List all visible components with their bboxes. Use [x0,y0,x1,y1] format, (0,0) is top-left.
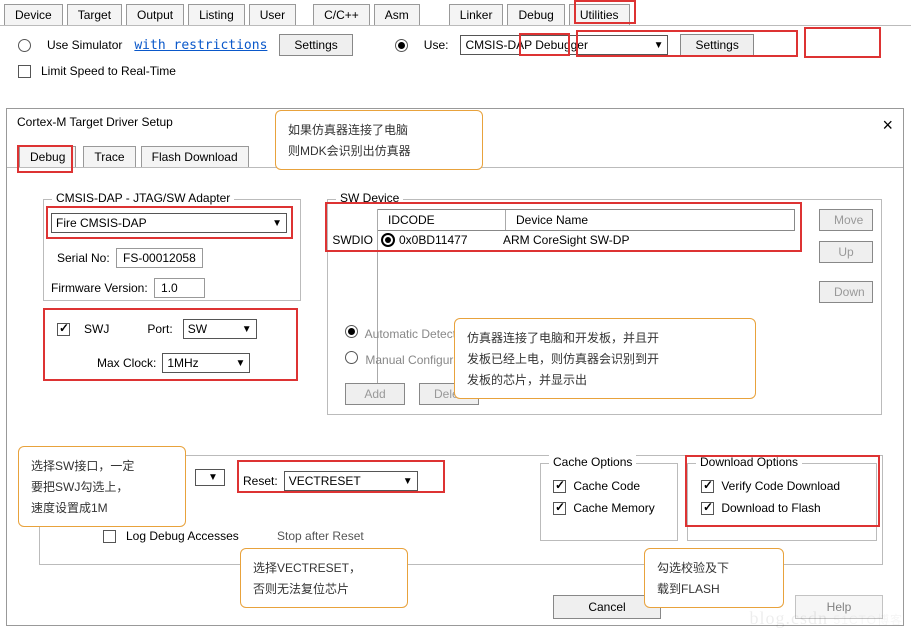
highlight-tab-debug [574,0,636,24]
highlight-use-radio [519,33,570,56]
limit-speed-label: Limit Speed to Real-Time [41,64,176,78]
fw-label: Firmware Version: [51,281,148,295]
highlight-dlg-debug [17,145,73,173]
adapter-group-title: CMSIS-DAP - JTAG/SW Adapter [52,191,234,205]
cache-memory-label: Cache Memory [573,501,654,515]
tab-debug[interactable]: Debug [507,4,564,25]
callout-emulator-detect: 如果仿真器连接了电脑 则MDK会识别出仿真器 [275,110,483,170]
fw-value: 1.0 [154,278,205,298]
highlight-debugger-select [576,30,798,57]
limit-speed-checkbox[interactable] [18,65,31,78]
highlight-download-options [685,455,880,527]
use-simulator-label: Use Simulator [47,38,122,52]
tab-device[interactable]: Device [4,4,63,25]
move-button[interactable]: Move [819,209,873,231]
log-debug-checkbox[interactable] [103,530,116,543]
cache-code-checkbox[interactable] [553,480,566,493]
dialog-title: Cortex-M Target Driver Setup [17,115,173,136]
callout-download-flash: 勾选校验及下 载到FLASH [644,548,784,608]
callout-vectreset: 选择VECTRESET， 否则无法复位芯片 [240,548,408,608]
radio-use-simulator[interactable] [18,39,31,52]
cache-code-label: Cache Code [573,479,640,493]
serial-value: FS-00012058 [116,248,203,268]
tab-user[interactable]: User [249,4,296,25]
tab-listing[interactable]: Listing [188,4,245,25]
tab-target[interactable]: Target [67,4,122,25]
dlg-tab-flash-download[interactable]: Flash Download [141,146,249,167]
main-tabstrip: Device Target Output Listing User C/C++ … [0,0,911,26]
dlg-tab-trace[interactable]: Trace [83,146,135,167]
use-label: Use: [424,38,449,52]
radio-manual-config[interactable] [345,351,358,364]
tab-linker[interactable]: Linker [449,4,504,25]
callout-sw-port: 选择SW接口，一定 要把SWJ勾选上， 速度设置成1M [18,446,186,527]
down-button[interactable]: Down [819,281,873,303]
chevron-down-icon: ▼ [208,472,218,483]
cache-memory-checkbox[interactable] [553,502,566,515]
serial-label: Serial No: [57,251,110,265]
tab-ccpp[interactable]: C/C++ [313,4,370,25]
stop-after-reset-label: Stop after Reset [277,529,364,543]
highlight-adapter-select [46,206,293,239]
tab-output[interactable]: Output [126,4,184,25]
log-debug-label: Log Debug Accesses [126,529,239,543]
cache-group-title: Cache Options [549,455,636,469]
highlight-reset [237,460,445,493]
highlight-swj-port [43,308,298,381]
highlight-swdevice [325,202,802,252]
settings-button-left[interactable]: Settings [279,34,352,56]
close-icon[interactable]: × [882,115,893,136]
radio-use[interactable] [395,39,408,52]
unknown-select[interactable]: ▼ [195,469,225,486]
highlight-settings-right [804,27,881,58]
watermark: blog.csdn 51CTO博客 [750,608,903,629]
tab-asm[interactable]: Asm [374,4,420,25]
with-restrictions-link[interactable]: with restrictions [134,38,267,53]
callout-chip-detect: 仿真器连接了电脑和开发板，并且开 发板已经上电，则仿真器会识别到开 发板的芯片，… [454,318,756,399]
up-button[interactable]: Up [819,241,873,263]
add-button[interactable]: Add [345,383,405,405]
radio-auto-detect[interactable] [345,325,358,338]
